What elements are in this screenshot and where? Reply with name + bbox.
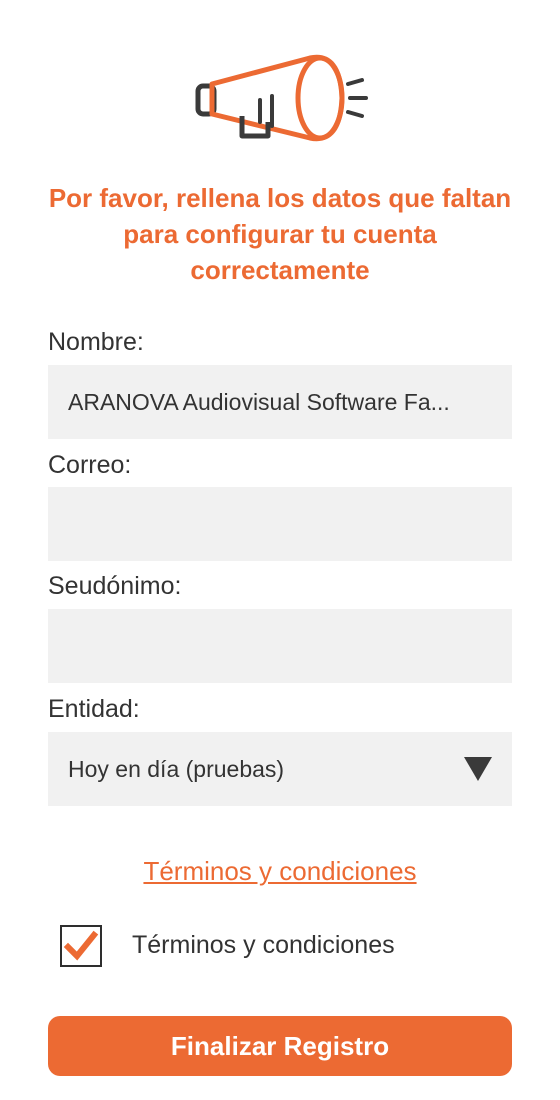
setup-message: Por favor, rellena los datos que faltan … [48, 183, 512, 285]
finish-registration-button[interactable]: Finalizar Registro [48, 1016, 512, 1076]
megaphone-icon [190, 50, 370, 146]
entity-label: Entidad: [48, 695, 140, 723]
terms-checkbox-label: Términos y condiciones [132, 931, 395, 959]
email-field[interactable] [48, 487, 512, 561]
name-label: Nombre: [48, 328, 144, 356]
terms-checkbox[interactable] [60, 925, 102, 967]
terms-link[interactable]: Términos y condiciones [0, 856, 560, 887]
entity-value: Hoy en día (pruebas) [68, 755, 285, 782]
email-label: Correo: [48, 451, 132, 479]
checkmark-icon [63, 930, 99, 961]
name-field[interactable]: ARANOVA Audiovisual Software Fa... [48, 365, 512, 439]
alias-field[interactable] [48, 609, 512, 683]
alias-label: Seudónimo: [48, 572, 182, 600]
name-value: ARANOVA Audiovisual Software Fa... [68, 388, 450, 415]
entity-select[interactable]: Hoy en día (pruebas) [48, 732, 512, 806]
dropdown-triangle-icon [464, 757, 492, 781]
